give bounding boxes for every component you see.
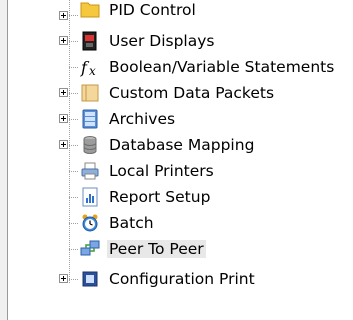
tree-branch-line	[69, 15, 78, 16]
tree-branch-line	[69, 249, 78, 250]
tree-item-peer-to-peer[interactable]: Peer To Peer	[8, 236, 353, 262]
expand-icon[interactable]	[59, 11, 68, 20]
tree-view: PID Control User Displays f x Boolean/Va…	[8, 0, 353, 320]
tree-branch-line	[69, 223, 78, 224]
tree-item-custom-data-packets[interactable]: Custom Data Packets	[8, 80, 353, 106]
tree-item-boolean-variable-statements[interactable]: f x Boolean/Variable Statements	[8, 54, 353, 80]
packet-folder-icon	[80, 83, 100, 103]
archive-icon	[80, 109, 100, 129]
folder-icon	[80, 0, 100, 19]
tree-item-label: Configuration Print	[109, 270, 255, 288]
tree-item-user-displays[interactable]: User Displays	[8, 28, 353, 54]
tree-branch-line	[69, 171, 78, 172]
tree-item-report-setup[interactable]: Report Setup	[8, 184, 353, 210]
tree-branch-line	[69, 197, 78, 198]
tree-item-local-printers[interactable]: Local Printers	[8, 158, 353, 184]
tree-branch-line	[69, 119, 78, 120]
expand-icon[interactable]	[59, 88, 68, 97]
expand-icon[interactable]	[59, 36, 68, 45]
tree-item-configuration-print[interactable]: Configuration Print	[8, 266, 353, 292]
database-icon	[80, 135, 100, 155]
tree-item-label: Archives	[109, 110, 176, 128]
tree-item-label: Local Printers	[109, 162, 214, 180]
tree-item-label: Boolean/Variable Statements	[109, 58, 335, 76]
tree-item-label: Database Mapping	[109, 136, 255, 154]
tree-branch-line	[69, 145, 78, 146]
tree-pane: PID Control User Displays f x Boolean/Va…	[7, 0, 353, 320]
tree-item-label: PID Control	[109, 1, 196, 19]
tree-item-pid-control[interactable]: PID Control	[8, 0, 353, 28]
tree-item-label: Report Setup	[109, 188, 211, 206]
tree-branch-line	[69, 93, 78, 94]
report-chart-icon	[80, 187, 100, 207]
tree-item-label: Custom Data Packets	[109, 84, 275, 102]
tree-item-database-mapping[interactable]: Database Mapping	[8, 132, 353, 158]
tree-item-archives[interactable]: Archives	[8, 106, 353, 132]
tree-branch-line	[69, 41, 78, 42]
tree-item-label: User Displays	[109, 32, 215, 50]
tree-item-label: Peer To Peer	[107, 240, 206, 258]
display-icon	[80, 31, 100, 51]
tree-branch-line	[69, 279, 78, 280]
expand-icon[interactable]	[59, 274, 68, 283]
tree-item-batch[interactable]: Batch	[8, 210, 353, 236]
tree-branch-line	[69, 67, 78, 68]
batch-clock-icon	[80, 213, 100, 233]
tree-item-label: Batch	[109, 214, 154, 232]
expand-icon[interactable]	[59, 140, 68, 149]
expand-icon[interactable]	[59, 114, 68, 123]
function-fx-icon: f x	[80, 57, 100, 78]
config-print-icon	[80, 269, 100, 289]
svg-text:x: x	[89, 64, 96, 77]
printer-icon	[80, 161, 100, 181]
peer-network-icon	[80, 239, 100, 259]
